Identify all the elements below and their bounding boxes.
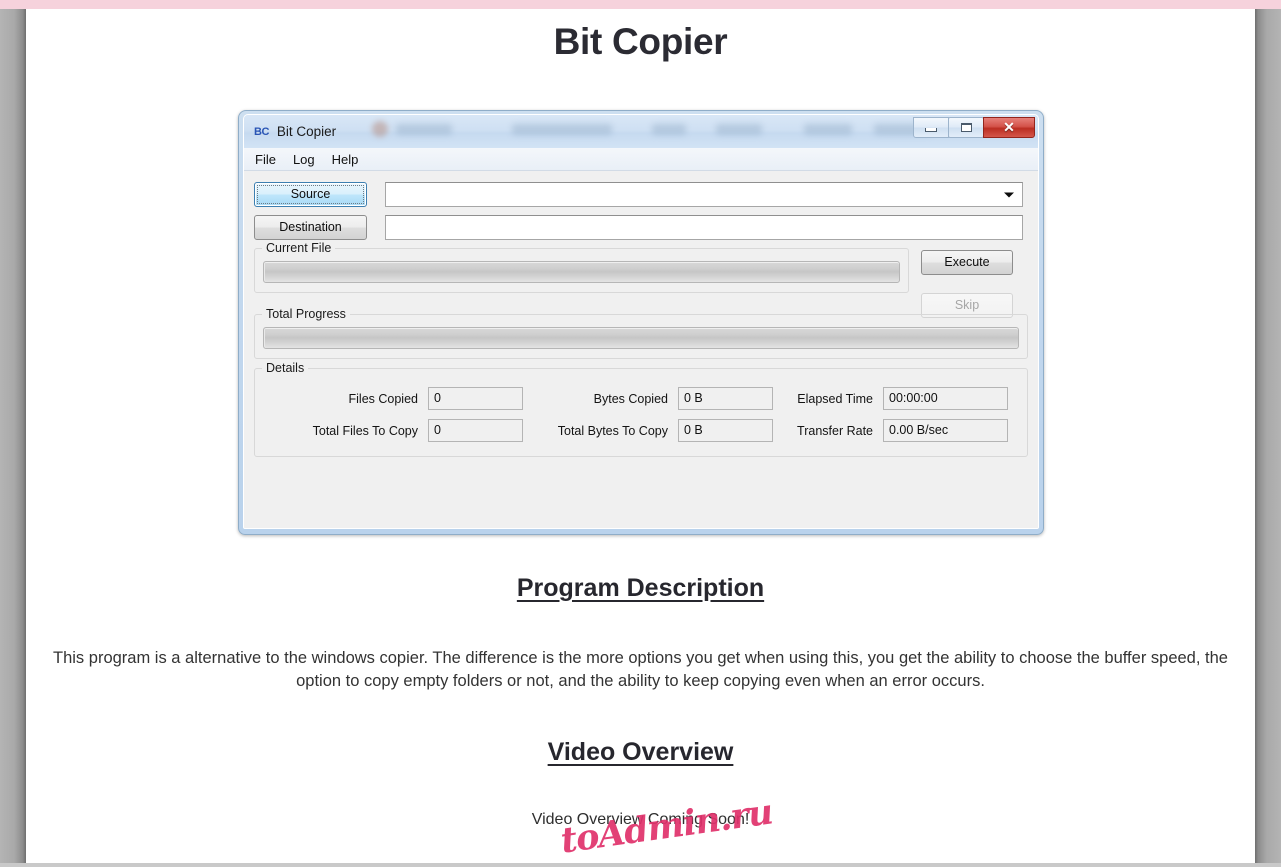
destination-path-input[interactable] (385, 215, 1023, 240)
action-buttons: Execute Skip (921, 248, 1013, 318)
window-client-area: Source Destination Current File Execute … (244, 171, 1038, 528)
files-copied-label: Files Copied (348, 391, 418, 406)
app-screenshot: BC Bit Copier ✕ File Log Help Source Des… (238, 110, 1044, 535)
maximize-button[interactable] (948, 117, 984, 138)
current-file-group: Current File (254, 241, 909, 293)
ghost-blob (652, 124, 686, 135)
window-menubar: File Log Help (244, 148, 1038, 171)
total-files-to-copy-value: 0 (428, 419, 523, 442)
window-title: Bit Copier (276, 124, 337, 139)
details-grid: Files Copied 0 Bytes Copied 0 B Elapsed … (263, 381, 1019, 442)
total-bytes-to-copy-value: 0 B (678, 419, 773, 442)
ghost-blob (396, 124, 452, 135)
destination-button[interactable]: Destination (254, 215, 367, 240)
maximize-icon (960, 123, 972, 132)
menu-item-log[interactable]: Log (291, 151, 317, 168)
video-heading: Video Overview (547, 738, 734, 766)
total-progress-progressbar (263, 327, 1019, 349)
ghost-icon (372, 121, 388, 137)
top-pink-strip (0, 0, 1281, 9)
description-heading: Program Description (516, 574, 765, 602)
page-title: Bit Copier (553, 21, 728, 62)
bottom-gray-strip (0, 863, 1281, 867)
progress-column: Current File (254, 241, 909, 302)
ghost-blob (716, 124, 762, 135)
elapsed-time-value: 00:00:00 (883, 387, 1008, 410)
window-controls: ✕ (913, 117, 1035, 138)
chevron-down-icon[interactable] (1004, 192, 1014, 197)
minimize-icon (925, 128, 937, 132)
browser-right-edge (1255, 0, 1281, 867)
menu-item-file[interactable]: File (253, 151, 278, 168)
window-inner: BC Bit Copier ✕ File Log Help Source Des… (243, 114, 1039, 529)
transfer-rate-value: 0.00 B/sec (883, 419, 1008, 442)
window-titlebar: BC Bit Copier ✕ (244, 115, 1038, 148)
total-files-to-copy-label: Total Files To Copy (312, 423, 418, 438)
page-content: Bit Copier BC Bit Copier ✕ File Log Help… (26, 9, 1255, 863)
details-label: Details (262, 361, 309, 375)
source-row: Source (254, 182, 1028, 207)
description-body: This program is a alternative to the win… (53, 649, 1228, 690)
details-group: Details Files Copied 0 Bytes Copied 0 B … (254, 361, 1028, 457)
total-progress-group: Total Progress (254, 307, 1028, 359)
source-path-combobox[interactable] (385, 182, 1023, 207)
current-file-progressbar (263, 261, 900, 283)
close-button[interactable]: ✕ (983, 117, 1035, 138)
progress-and-actions: Current File Execute Skip (254, 241, 1028, 318)
files-copied-value: 0 (428, 387, 523, 410)
description-section: Program Description This program is a al… (26, 574, 1255, 693)
destination-row: Destination (254, 215, 1028, 240)
menu-item-help[interactable]: Help (330, 151, 361, 168)
source-button[interactable]: Source (254, 182, 367, 207)
total-bytes-to-copy-label: Total Bytes To Copy (557, 423, 668, 438)
execute-button[interactable]: Execute (921, 250, 1013, 275)
bytes-copied-value: 0 B (678, 387, 773, 410)
bytes-copied-label: Bytes Copied (593, 391, 668, 406)
transfer-rate-label: Transfer Rate (797, 423, 873, 438)
ghost-blob (804, 124, 852, 135)
minimize-button[interactable] (913, 117, 949, 138)
current-file-label: Current File (262, 241, 336, 255)
window-frame: BC Bit Copier ✕ File Log Help Source Des… (238, 110, 1044, 535)
total-progress-label: Total Progress (262, 307, 350, 321)
elapsed-time-label: Elapsed Time (797, 391, 873, 406)
app-logo-icon: BC (254, 125, 269, 138)
browser-left-edge (0, 0, 26, 867)
ghost-blob (512, 124, 612, 135)
page-root: Bit Copier BC Bit Copier ✕ File Log Help… (0, 0, 1281, 867)
